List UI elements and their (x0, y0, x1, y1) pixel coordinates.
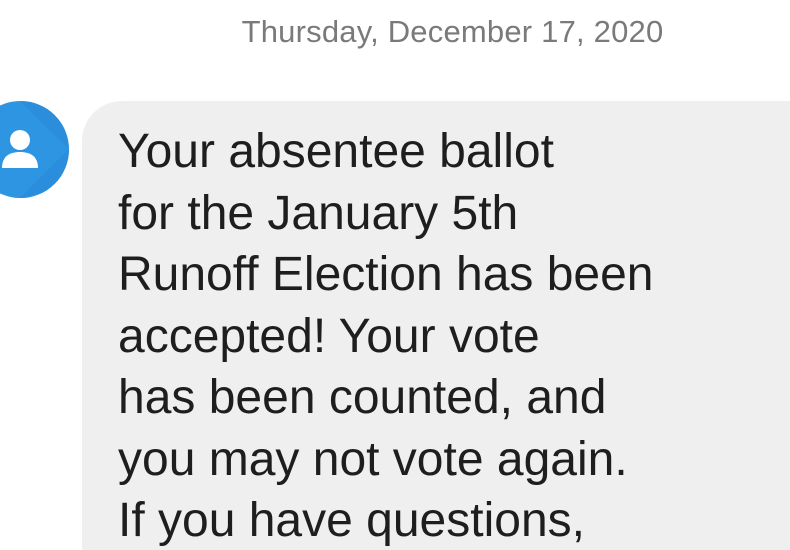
message-bubble[interactable]: Your absentee ballot for the January 5th… (82, 101, 790, 550)
person-icon (2, 101, 69, 198)
message-text: Your absentee ballot for the January 5th… (118, 125, 654, 547)
sender-avatar[interactable] (0, 101, 69, 198)
date-header: Thursday, December 17, 2020 (241, 14, 664, 49)
